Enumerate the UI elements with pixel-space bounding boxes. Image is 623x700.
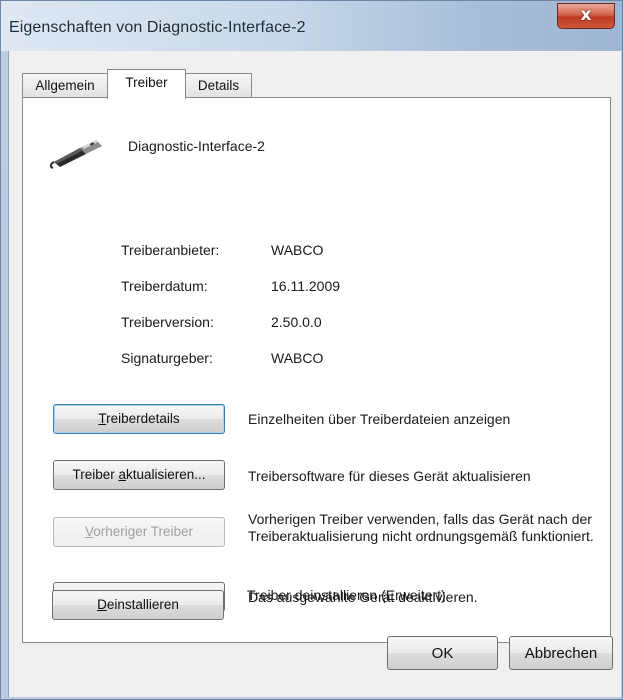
- driver-version-label: Treiberversion:: [121, 314, 214, 330]
- update-driver-button[interactable]: Treiber aktualisieren...: [53, 460, 225, 490]
- close-button[interactable]: x: [557, 3, 615, 29]
- properties-dialog: Eigenschaften von Diagnostic-Interface-2…: [0, 0, 623, 700]
- driver-provider-value: WABCO: [271, 242, 324, 258]
- driver-tab-panel: Diagnostic-Interface-2 Treiberanbieter: …: [22, 97, 611, 643]
- uninstall-driver-description: Treiber deinstallieren (Erweitert): [247, 587, 446, 603]
- tab-details[interactable]: Details: [185, 73, 252, 97]
- roll-back-driver-description: Vorherigen Treiber verwenden, falls das …: [248, 511, 594, 544]
- cancel-button[interactable]: Abbrechen: [509, 636, 613, 670]
- uninstall-driver-button[interactable]: Deinstallieren: [52, 590, 224, 620]
- driver-provider-label: Treiberanbieter:: [121, 242, 220, 258]
- update-driver-description: Treibersoftware für dieses Gerät aktuali…: [248, 468, 531, 484]
- driver-details-button[interactable]: Treiberdetails: [53, 404, 225, 434]
- driver-details-description: Einzelheiten über Treiberdateien anzeige…: [248, 411, 511, 427]
- ok-button[interactable]: OK: [387, 636, 498, 670]
- usb-plug-icon: [50, 140, 102, 169]
- window-title: Eigenschaften von Diagnostic-Interface-2: [9, 19, 306, 36]
- roll-back-driver-button[interactable]: Vorheriger Treiber: [53, 517, 225, 547]
- tab-allgemein[interactable]: Allgemein: [22, 73, 108, 97]
- close-icon: x: [580, 5, 592, 25]
- signer-label: Signaturgeber:: [121, 350, 213, 366]
- tab-treiber[interactable]: Treiber: [107, 69, 186, 99]
- title-bar[interactable]: Eigenschaften von Diagnostic-Interface-2…: [1, 1, 622, 51]
- signer-value: WABCO: [271, 350, 324, 366]
- driver-date-value: 16.11.2009: [271, 278, 341, 294]
- driver-date-label: Treiberdatum:: [121, 278, 208, 294]
- driver-version-value: 2.50.0.0: [271, 314, 322, 330]
- device-name: Diagnostic-Interface-2: [128, 138, 265, 154]
- dialog-client-area: Allgemein Treiber Details Diagnostic-Int…: [8, 51, 621, 697]
